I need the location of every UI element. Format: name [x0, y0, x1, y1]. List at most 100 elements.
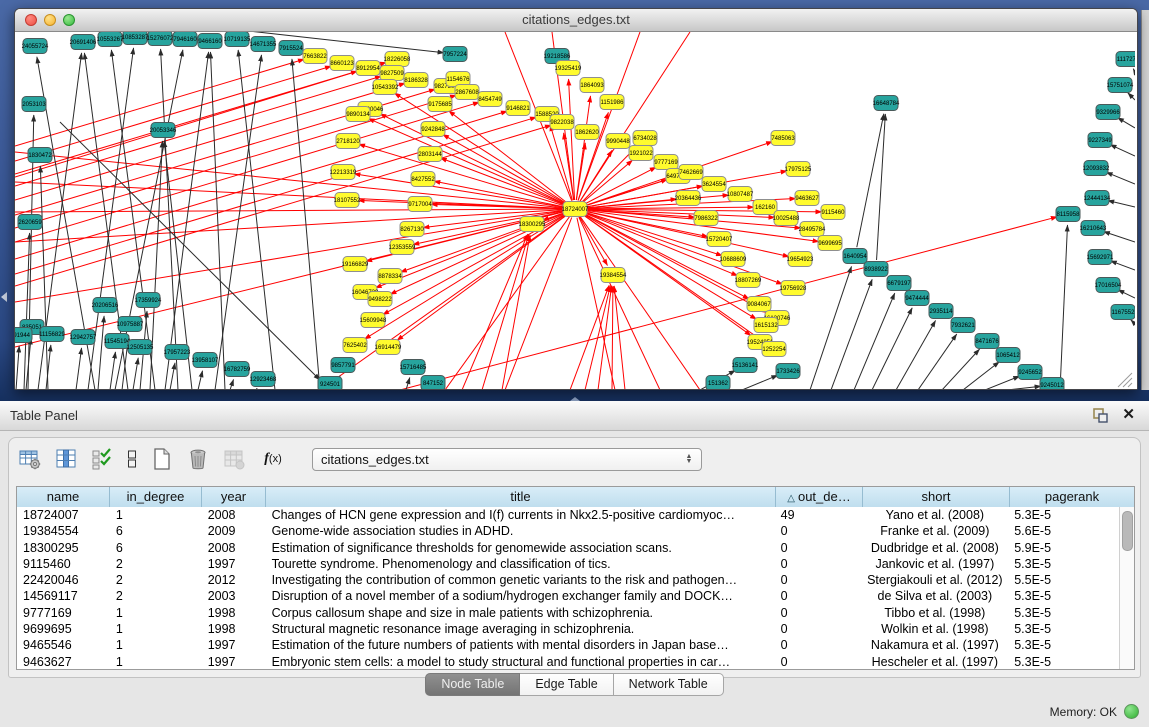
network-node[interactable]: 15716485 — [400, 360, 427, 375]
network-node[interactable]: 9146821 — [506, 101, 530, 116]
network-node[interactable]: 10853287 — [122, 32, 149, 45]
network-node[interactable]: 10975887 — [117, 317, 144, 332]
network-node[interactable]: 8938922 — [864, 262, 888, 277]
row-options-icon[interactable] — [124, 446, 140, 472]
network-node[interactable]: 1167552 — [1111, 305, 1135, 320]
close-panel-icon[interactable]: ✕ — [1122, 405, 1135, 425]
network-node[interactable]: 1151986 — [600, 95, 624, 110]
network-node[interactable]: 15276072 — [147, 32, 174, 46]
network-node[interactable]: 15692971 — [1087, 250, 1114, 265]
table-row[interactable]: 1872400712008Changes of HCN gene express… — [17, 507, 1120, 523]
table-row[interactable]: 969969511998Structural magnetic resonanc… — [17, 621, 1120, 637]
network-node[interactable]: 10025488 — [773, 211, 800, 226]
network-node[interactable]: 3624554 — [702, 177, 726, 192]
network-node[interactable]: 1921022 — [629, 146, 653, 161]
network-node[interactable]: 19384554 — [600, 268, 627, 283]
network-node[interactable]: 9175685 — [428, 97, 452, 112]
network-node[interactable]: 18107552 — [334, 193, 361, 208]
network-node[interactable]: 20053346 — [150, 123, 177, 138]
panel-collapse-arrow-icon[interactable] — [1, 292, 7, 302]
network-node[interactable]: 7932621 — [951, 318, 975, 333]
table-row[interactable]: 946362711997Embryonic stem cells: a mode… — [17, 654, 1120, 669]
network-node[interactable]: 8660123 — [330, 56, 354, 71]
network-node[interactable]: 12923468 — [250, 372, 277, 387]
network-node[interactable]: 7625402 — [343, 338, 367, 353]
network-node[interactable]: 8267130 — [400, 222, 424, 237]
network-node[interactable]: 16782759 — [224, 362, 251, 377]
table-row[interactable]: 2242004622012Investigating the contribut… — [17, 572, 1120, 588]
network-node[interactable]: 9242848 — [421, 122, 445, 137]
column-header-name[interactable]: name — [17, 487, 110, 507]
network-node[interactable]: 1862620 — [575, 125, 599, 140]
network-node[interactable]: 19654923 — [787, 252, 814, 267]
network-node[interactable]: 9115460 — [821, 205, 845, 220]
network-node[interactable]: 8115958 — [1056, 207, 1080, 222]
show-column-icon[interactable] — [52, 446, 80, 472]
network-node[interactable]: 12942757 — [70, 330, 97, 345]
network-node[interactable]: 16648784 — [873, 96, 900, 111]
network-node[interactable]: 9084067 — [747, 297, 771, 312]
table-row[interactable]: 977716911998Corpus callosum shape and si… — [17, 605, 1120, 621]
network-node[interactable]: 12505135 — [127, 340, 154, 355]
network-node[interactable]: 9474444 — [905, 291, 929, 306]
network-node[interactable]: 151362 — [706, 376, 730, 390]
new-file-icon[interactable] — [148, 446, 176, 472]
tab-network-table[interactable]: Network Table — [614, 673, 724, 696]
select-columns-icon[interactable] — [88, 446, 116, 472]
network-node[interactable]: 17975125 — [785, 162, 812, 177]
network-window-titlebar[interactable]: citations_edges.txt — [15, 9, 1137, 32]
delete-table-icon[interactable] — [184, 446, 212, 472]
network-node[interactable]: 9466160 — [198, 34, 222, 49]
network-node[interactable]: 391944 — [15, 328, 32, 343]
network-node[interactable]: 15751074 — [1107, 78, 1134, 93]
table-scrollbar[interactable] — [1119, 507, 1134, 669]
column-header-year[interactable]: year — [202, 487, 266, 507]
network-node[interactable]: 15720407 — [706, 232, 733, 247]
network-node[interactable]: 2620659 — [18, 215, 42, 230]
network-node[interactable]: 9990448 — [606, 134, 630, 149]
network-node[interactable]: 10553267 — [97, 32, 124, 47]
network-node[interactable]: 847152 — [421, 376, 445, 390]
network-node[interactable]: 7986322 — [694, 211, 718, 226]
network-node[interactable]: 9245652 — [1018, 365, 1042, 380]
network-node[interactable]: 10807487 — [727, 187, 754, 202]
table-row[interactable]: 946554611997Estimation of the future num… — [17, 637, 1120, 653]
network-node[interactable]: 2718120 — [336, 134, 360, 149]
scrollbar-thumb[interactable] — [1122, 511, 1133, 551]
float-panel-icon[interactable] — [1093, 408, 1109, 424]
network-node[interactable]: 9822038 — [550, 115, 574, 130]
network-node[interactable]: 9857791 — [331, 358, 355, 373]
table-selector-dropdown[interactable]: citations_edges.txt ▲▼ — [312, 448, 702, 471]
network-node[interactable]: 7957224 — [443, 47, 467, 62]
network-node[interactable]: 18724007 — [562, 202, 589, 217]
column-header-in_degree[interactable]: in_degree — [110, 487, 202, 507]
network-node[interactable]: 6734028 — [633, 131, 657, 146]
network-node[interactable]: 2867608 — [455, 85, 479, 100]
network-node[interactable]: 16210643 — [1080, 221, 1107, 236]
network-node[interactable]: 10543392 — [372, 80, 399, 95]
import-table-icon[interactable] — [220, 446, 248, 472]
table-row[interactable]: 911546021997Tourette syndrome. Phenomeno… — [17, 556, 1120, 572]
network-node[interactable]: 7485063 — [771, 131, 795, 146]
network-node[interactable]: 15609948 — [360, 313, 387, 328]
network-node[interactable]: 8454749 — [478, 92, 502, 107]
network-node[interactable]: 20206516 — [92, 298, 119, 313]
network-node[interactable]: 15136141 — [732, 358, 759, 373]
network-node[interactable]: 8427552 — [411, 172, 435, 187]
network-node[interactable]: 7915524 — [279, 41, 303, 56]
network-node[interactable]: 10688609 — [720, 252, 747, 267]
network-node[interactable]: 20691406 — [70, 35, 97, 50]
function-builder-icon[interactable]: f(x) — [256, 446, 290, 472]
network-node[interactable]: 19756928 — [780, 281, 807, 296]
network-node[interactable]: 1864093 — [580, 78, 604, 93]
network-node[interactable]: 9717004 — [408, 197, 432, 212]
network-node[interactable]: 17359924 — [135, 293, 162, 308]
tab-node-table[interactable]: Node Table — [425, 673, 520, 696]
network-node[interactable]: 17016504 — [1095, 278, 1122, 293]
network-node[interactable]: 6679197 — [887, 276, 911, 291]
resize-grip-icon[interactable] — [1118, 373, 1132, 387]
network-node[interactable]: 1252254 — [762, 342, 786, 357]
network-node[interactable]: 8878334 — [378, 269, 402, 284]
network-node[interactable]: 1117278 — [1116, 52, 1135, 67]
network-node[interactable]: 9227349 — [1088, 133, 1112, 148]
